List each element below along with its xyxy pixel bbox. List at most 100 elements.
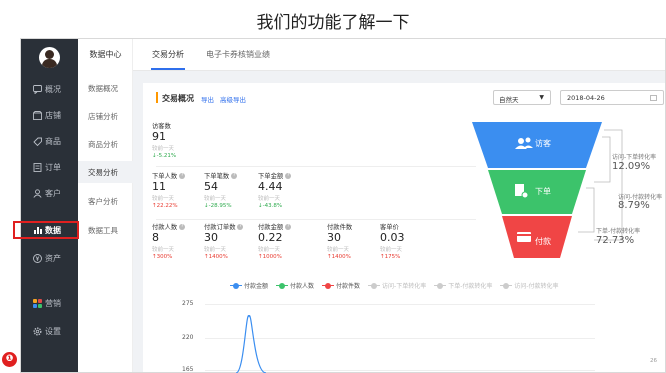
period-select-value: 自然天 <box>499 96 519 104</box>
sidebar-item-label: 订单 <box>45 162 61 172</box>
metric-label: 客单价 <box>380 224 399 231</box>
legend-item[interactable]: 访问-下单转化率 <box>368 281 426 290</box>
help-icon[interactable]: ? <box>237 223 244 230</box>
metric-label: 付款件数 <box>327 224 353 231</box>
logo-icon: ❶ <box>2 352 17 367</box>
metric-label: 下单金额 <box>258 173 284 180</box>
legend-item[interactable]: 付款金额 <box>230 281 268 290</box>
sidebar-item-overview[interactable]: 概况 <box>21 77 78 101</box>
metric-change: -28.95% <box>208 203 232 209</box>
advanced-export-link[interactable]: 高级导出 <box>220 94 246 104</box>
tab-bar: 交易分析 电子卡券核销业绩 <box>133 39 665 71</box>
metric-compare: 较前一天 <box>152 247 175 253</box>
metric-change: 22.22% <box>156 203 178 209</box>
y-tick-label: 165 <box>182 366 194 373</box>
help-icon[interactable]: ? <box>179 172 186 179</box>
metric-pay-users: 付款人数? 8 较前一天 ↑300% <box>152 222 186 260</box>
metric-value: 0.03 <box>380 231 405 244</box>
metric-change: 1400% <box>208 254 228 260</box>
metric-value: 30 <box>327 231 341 244</box>
metric-order-users: 下单人数? 11 较前一天 ↑22.22% <box>152 171 186 209</box>
sidebar-item-label: 客户 <box>45 188 61 198</box>
help-icon[interactable]: ? <box>179 223 186 230</box>
divider <box>156 166 476 167</box>
subnav-item-store-analysis[interactable]: 店铺分析 <box>78 105 133 127</box>
store-icon <box>33 110 42 120</box>
sidebar-item-settings[interactable]: 设置 <box>21 319 78 343</box>
metric-change: 1400% <box>331 254 351 260</box>
subnav-item-goods-analysis[interactable]: 商品分析 <box>78 133 133 155</box>
metric-visitors: 访客数 91 较前一天 ↓-5.21% <box>152 121 176 159</box>
subnav-item-customer-analysis[interactable]: 客户分析 <box>78 190 133 212</box>
legend-item[interactable]: 下单-付款转化率 <box>434 281 492 290</box>
legend-item[interactable]: 付款人数 <box>276 281 314 290</box>
gridline <box>205 304 595 305</box>
metric-change: 175% <box>384 254 401 260</box>
active-tab-indicator <box>151 68 185 70</box>
caret-down-icon: ▼ <box>539 94 544 101</box>
legend-label: 访问-付款转化率 <box>514 283 559 290</box>
sidebar-item-store[interactable]: 店铺 <box>21 103 78 127</box>
sidebar-item-label: 资产 <box>45 253 61 263</box>
sidebar-item-marketing[interactable]: 营销 <box>21 291 78 315</box>
tab-trade-analysis[interactable]: 交易分析 <box>152 49 184 60</box>
legend-label: 访问-下单转化率 <box>382 283 427 290</box>
chart-legend: 付款金额 付款人数 付款件数 访问-下单转化率 下单-付款转化率 访问-付款转化… <box>230 281 559 290</box>
metric-pay-amount: 付款金额? 0.22 较前一天 ↑1000% <box>258 222 292 260</box>
tab-ecard-verification[interactable]: 电子卡券核销业绩 <box>206 49 270 60</box>
export-link[interactable]: 导出 <box>201 94 214 104</box>
sidebar-item-goods[interactable]: 商品 <box>21 129 78 153</box>
y-tick-label: 275 <box>182 300 194 307</box>
metric-label: 下单人数 <box>152 173 178 180</box>
metric-value: 91 <box>152 130 166 143</box>
metric-order-count: 下单笔数? 54 较前一天 ↓-28.95% <box>204 171 238 209</box>
date-picker[interactable]: 2018-04-26 <box>560 90 664 105</box>
gear-icon <box>33 327 42 336</box>
help-icon[interactable]: ? <box>231 172 238 179</box>
period-select[interactable]: 自然天 ▼ <box>493 90 551 105</box>
metric-change: -43.8% <box>262 203 283 209</box>
help-icon[interactable]: ? <box>285 172 292 179</box>
metric-value: 8 <box>152 231 159 244</box>
metric-compare: 较前一天 <box>380 247 403 253</box>
rate-label: 访问-下单转化率 <box>612 154 657 161</box>
metric-compare: 较前一天 <box>204 196 227 202</box>
subnav-item-data-overview[interactable]: 数据概况 <box>78 77 133 99</box>
legend-label: 下单-付款转化率 <box>448 283 493 290</box>
subnav-item-trade-analysis[interactable]: 交易分析 <box>78 161 133 183</box>
metric-pay-items: 付款件数 30 较前一天 ↑1400% <box>327 222 352 260</box>
sidebar-item-assets[interactable]: 资产 <box>21 246 78 270</box>
metric-pay-orders: 付款订单数? 30 较前一天 ↑1400% <box>204 222 244 260</box>
rate-value: 72.73% <box>596 235 635 246</box>
sidebar-item-customers[interactable]: 客户 <box>21 181 78 205</box>
legend-item[interactable]: 付款件数 <box>322 281 360 290</box>
funnel-label-payments: 付款 <box>535 237 551 246</box>
grid-icon <box>33 298 42 308</box>
subnav-item-data-tools[interactable]: 数据工具 <box>78 219 133 241</box>
slide: 我们的功能了解一下 概况 店铺 商品 订单 客户 数据 资产 营销 设置 数据中… <box>0 0 666 373</box>
metric-order-amount: 下单金额? 4.44 较前一天 ↓-43.8% <box>258 171 292 209</box>
metric-change: 1000% <box>262 254 282 260</box>
sidebar-item-label: 店铺 <box>45 110 61 120</box>
avatar[interactable] <box>39 47 60 68</box>
metric-value: 11 <box>152 180 166 193</box>
legend-item[interactable]: 访问-付款转化率 <box>500 281 559 290</box>
help-icon[interactable]: ? <box>285 223 292 230</box>
connector-line <box>594 129 623 241</box>
metric-value: 30 <box>204 231 218 244</box>
subnav: 数据中心 数据概况 店铺分析 商品分析 交易分析 客户分析 数据工具 <box>78 39 133 372</box>
user-icon <box>33 188 42 198</box>
funnel-label-orders: 下单 <box>535 187 551 196</box>
metric-label: 付款订单数 <box>204 224 236 231</box>
rate-value: 8.79% <box>618 200 650 211</box>
divider <box>156 219 476 220</box>
metric-compare: 较前一天 <box>152 196 175 202</box>
section-title: 交易概况 <box>162 94 194 103</box>
tag-icon <box>33 137 42 146</box>
rate-label: 下单-付款转化率 <box>596 228 641 235</box>
sidebar: 概况 店铺 商品 订单 客户 数据 资产 营销 设置 <box>21 39 78 372</box>
series-line-payment-amount <box>236 315 266 373</box>
highlight-frame <box>13 221 79 239</box>
metric-value: 54 <box>204 180 218 193</box>
sidebar-item-orders[interactable]: 订单 <box>21 155 78 179</box>
